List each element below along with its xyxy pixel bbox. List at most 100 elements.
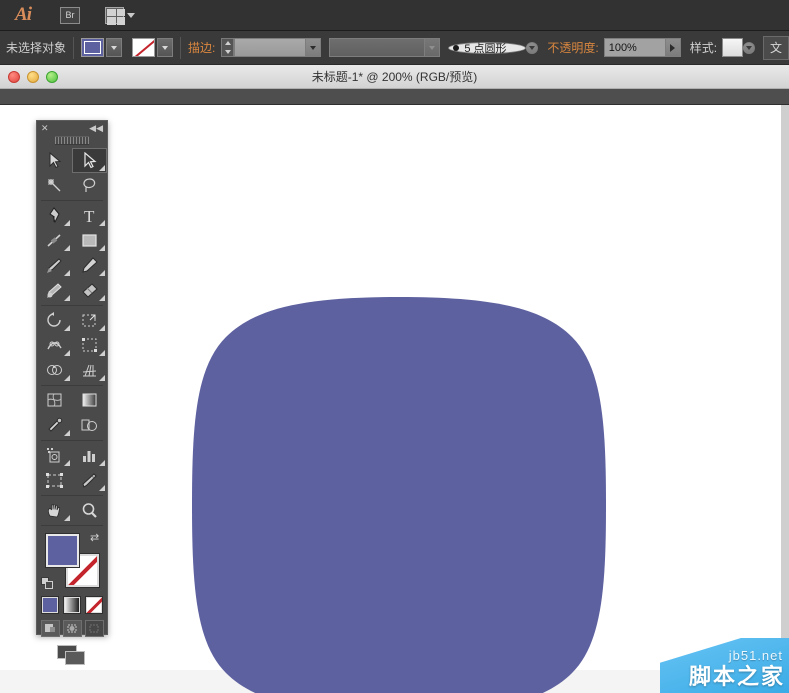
stroke-profile-dropdown[interactable]	[425, 38, 441, 57]
canvas-right-gutter	[781, 105, 789, 670]
artboard-tool[interactable]	[37, 468, 72, 493]
document-titlebar[interactable]: 未标题-1* @ 200% (RGB/预览)	[0, 65, 789, 89]
eraser-tool[interactable]	[72, 278, 107, 303]
blend-tool[interactable]	[72, 413, 107, 438]
screen-mode-button[interactable]	[37, 645, 107, 665]
free-transform-tool[interactable]	[72, 333, 107, 358]
divider	[41, 200, 103, 201]
illustrator-window: Ai Br 未选择对象 描边: 5 点圆形 不透明度: 100% 样式: 文 未…	[0, 0, 789, 693]
watermark-site-name: 脚本之家	[688, 664, 785, 689]
pencil-tool[interactable]	[72, 253, 107, 278]
pen-tool[interactable]	[37, 203, 72, 228]
arrange-documents-button[interactable]	[105, 6, 135, 25]
application-bar: Ai Br	[0, 0, 789, 31]
opacity-dropdown[interactable]	[665, 38, 681, 57]
symbol-sprayer-tool[interactable]	[37, 443, 72, 468]
divider	[180, 36, 182, 59]
slice-tool[interactable]	[72, 468, 107, 493]
close-icon[interactable]: ✕	[41, 123, 49, 133]
type-tool[interactable]: T	[72, 203, 107, 228]
graphic-style-swatch[interactable]	[722, 38, 744, 57]
stroke-none-swatch[interactable]	[132, 38, 156, 57]
rectangle-tool[interactable]	[72, 228, 107, 253]
drawing-mode-buttons	[37, 620, 107, 637]
gradient-mode-button[interactable]	[63, 596, 81, 614]
control-bar-overflow-button[interactable]: 文	[763, 35, 789, 60]
shape-builder-tool[interactable]	[37, 358, 72, 383]
scale-tool[interactable]	[72, 308, 107, 333]
none-mode-button[interactable]	[85, 596, 103, 614]
tool-flyout-icon	[99, 245, 105, 251]
canvas-area[interactable]: jb51.net 脚本之家	[0, 105, 789, 693]
screen-mode-icon	[57, 645, 87, 665]
divider	[41, 525, 103, 526]
chevron-down-icon	[528, 45, 535, 50]
chevron-down-icon	[162, 45, 169, 50]
chevron-down-icon	[429, 45, 436, 50]
draw-inside-button[interactable]	[84, 620, 104, 637]
panel-drag-handle[interactable]	[55, 136, 89, 145]
column-graph-tool[interactable]	[72, 443, 107, 468]
tool-flyout-icon	[99, 350, 105, 356]
selection-tool[interactable]	[37, 148, 72, 173]
rounded-square-shape[interactable]	[190, 295, 608, 693]
selection-status-label: 未选择对象	[6, 41, 67, 55]
blob-brush-tool[interactable]	[37, 278, 72, 303]
tool-flyout-icon	[64, 430, 70, 436]
gradient-tool[interactable]	[72, 388, 107, 413]
tool-flyout-icon	[64, 220, 70, 226]
draw-normal-button[interactable]	[40, 620, 60, 637]
chevron-down-icon	[745, 45, 752, 50]
tools-grid: T	[37, 148, 107, 528]
lasso-tool[interactable]	[72, 173, 107, 198]
brush-definition-value: 5 点圆形	[464, 42, 507, 55]
eyedropper-tool[interactable]	[37, 413, 72, 438]
bridge-icon[interactable]: Br	[60, 6, 80, 24]
rotate-tool[interactable]	[37, 308, 72, 333]
fill-stroke-indicator: ⇄	[37, 532, 107, 594]
width-tool[interactable]	[37, 333, 72, 358]
tool-flyout-icon	[64, 245, 70, 251]
chevron-down-icon	[310, 45, 317, 50]
brush-definition-dropdown[interactable]	[526, 41, 539, 54]
tool-flyout-icon	[99, 325, 105, 331]
draw-behind-button[interactable]	[62, 620, 82, 637]
tools-panel-header[interactable]: ✕ ◀◀	[37, 121, 107, 135]
opacity-input[interactable]: 100%	[603, 38, 666, 57]
swap-fill-stroke-icon[interactable]: ⇄	[90, 532, 102, 544]
tool-flyout-icon	[64, 515, 70, 521]
control-bar: 未选择对象 描边: 5 点圆形 不透明度: 100% 样式: 文	[0, 31, 789, 65]
stepper-down-icon	[224, 49, 231, 54]
stroke-weight-dropdown[interactable]	[306, 38, 322, 57]
brush-definition-select[interactable]: 5 点圆形	[448, 41, 527, 55]
illustrator-logo-icon: Ai	[15, 4, 32, 25]
graphic-style-dropdown[interactable]	[743, 41, 756, 54]
zoom-tool[interactable]	[72, 498, 107, 523]
mesh-tool[interactable]	[37, 388, 72, 413]
line-segment-tool[interactable]	[37, 228, 72, 253]
collapse-panel-icon[interactable]: ◀◀	[89, 123, 103, 133]
magic-wand-tool[interactable]	[37, 173, 72, 198]
tool-flyout-icon	[99, 220, 105, 226]
stroke-swatch-dropdown[interactable]	[157, 38, 174, 57]
direct-selection-tool[interactable]	[72, 148, 107, 173]
tools-panel: ✕ ◀◀ T ⇄	[36, 120, 108, 665]
brush-dot-icon	[453, 44, 460, 51]
stroke-weight-stepper[interactable]	[221, 38, 235, 57]
stroke-weight-input[interactable]	[234, 38, 307, 57]
tool-flyout-icon	[64, 295, 70, 301]
stroke-profile-select[interactable]	[329, 38, 426, 57]
hand-tool[interactable]	[37, 498, 72, 523]
document-tab-strip[interactable]	[0, 89, 789, 105]
fill-swatch-dropdown[interactable]	[106, 38, 123, 57]
default-fill-stroke-icon[interactable]	[41, 577, 54, 590]
paintbrush-tool[interactable]	[37, 253, 72, 278]
svg-text:T: T	[84, 207, 95, 224]
tool-flyout-icon	[99, 270, 105, 276]
divider	[73, 36, 75, 59]
color-mode-button[interactable]	[41, 596, 59, 614]
perspective-grid-tool[interactable]	[72, 358, 107, 383]
fill-indicator-swatch[interactable]	[46, 534, 79, 567]
fill-color-swatch[interactable]	[81, 38, 105, 57]
divider	[41, 495, 103, 496]
